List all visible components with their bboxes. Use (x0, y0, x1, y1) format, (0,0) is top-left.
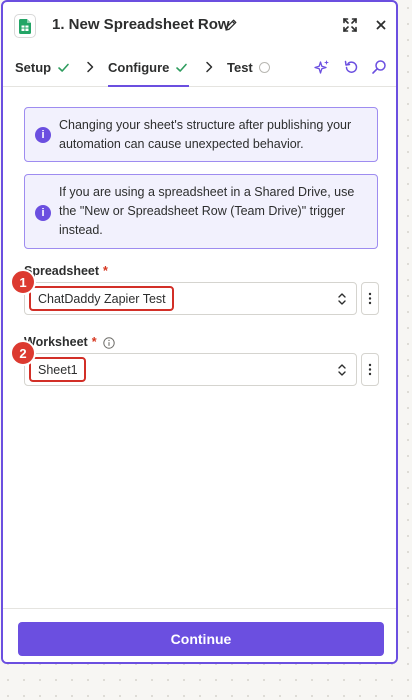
tab-setup-label: Setup (15, 59, 52, 75)
worksheet-value: Sheet1 (29, 357, 86, 382)
panel-header: 1. New Spreadsheet Row (3, 2, 396, 48)
undo-icon[interactable] (343, 59, 359, 75)
tab-test[interactable]: Test (227, 48, 270, 86)
info-icon: i (35, 127, 51, 143)
spreadsheet-value: ChatDaddy Zapier Test (29, 286, 174, 311)
tab-setup[interactable]: Setup (15, 48, 70, 86)
check-icon (58, 63, 69, 72)
worksheet-more-button[interactable] (361, 353, 379, 386)
close-icon[interactable] (373, 17, 389, 33)
info-circle-icon[interactable] (102, 337, 115, 349)
spreadsheet-label: Spreadsheet * (24, 264, 108, 278)
edit-icon[interactable] (224, 18, 238, 32)
check-icon (176, 63, 188, 72)
zap-step-panel: 1. New Spreadsheet Row Setup Configure T… (1, 0, 398, 664)
google-sheets-icon (14, 14, 36, 38)
search-icon[interactable] (371, 59, 387, 75)
pending-circle-icon (258, 61, 270, 73)
worksheet-label: Worksheet * (24, 335, 115, 349)
sparkle-icon[interactable] (314, 59, 330, 75)
more-vertical-icon (368, 292, 372, 305)
expand-icon[interactable] (342, 17, 358, 33)
tab-configure-label: Configure (108, 59, 170, 75)
chevron-right-icon (87, 61, 94, 73)
step-tabs: Setup Configure Test (3, 48, 396, 87)
more-vertical-icon (368, 363, 372, 376)
chevron-up-down-icon (338, 364, 346, 376)
required-mark: * (91, 335, 97, 349)
alert-text: Changing your sheet's structure after pu… (59, 118, 352, 151)
spreadsheet-label-text: Spreadsheet (24, 264, 100, 278)
spreadsheet-more-button[interactable] (361, 282, 379, 315)
tab-configure[interactable]: Configure (108, 48, 190, 87)
spreadsheet-select[interactable]: ChatDaddy Zapier Test (24, 282, 357, 315)
alert-text: If you are using a spreadsheet in a Shar… (59, 185, 355, 237)
info-icon: i (35, 205, 51, 221)
chevron-up-down-icon (338, 293, 346, 305)
panel-footer: Continue (3, 608, 396, 662)
structure-warning-alert: i Changing your sheet's structure after … (24, 107, 378, 162)
continue-button[interactable]: Continue (18, 622, 384, 656)
tab-test-label: Test (227, 59, 253, 75)
worksheet-select[interactable]: Sheet1 (24, 353, 357, 386)
required-mark: * (103, 264, 108, 278)
step-title: 1. New Spreadsheet Row (52, 16, 230, 33)
shared-drive-alert: i If you are using a spreadsheet in a Sh… (24, 174, 378, 249)
annotation-badge-2: 2 (10, 340, 36, 366)
chevron-right-icon (206, 61, 213, 73)
annotation-badge-1: 1 (10, 269, 36, 295)
